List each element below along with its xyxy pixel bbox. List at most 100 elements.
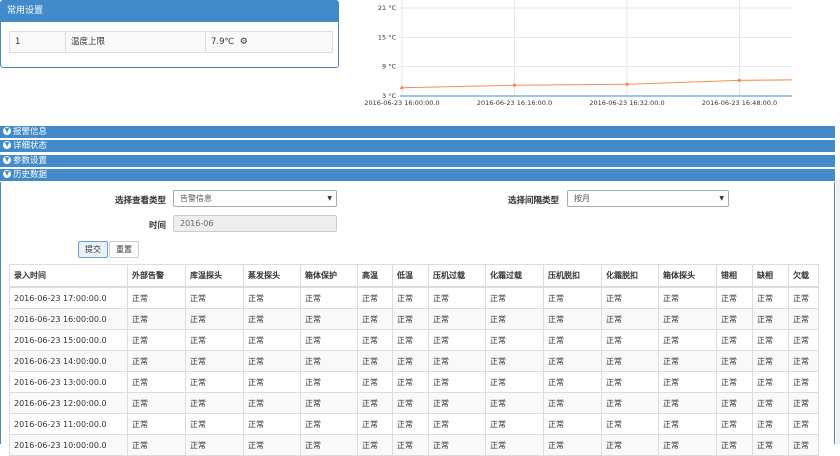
cell-status: 正常 [428,392,486,414]
cell-status: 正常 [392,434,429,456]
cell-status: 正常 [752,350,789,372]
column-header: 库温探头 [185,264,244,288]
cell-status: 正常 [357,371,393,393]
cell-status: 正常 [716,413,753,435]
x-tick-label: 2016-06-23 16:00:00.0 [364,99,439,107]
x-tick-label: 2016-06-23 16:32:00.0 [589,99,664,107]
cell-status: 正常 [243,413,301,435]
cell-status: 正常 [300,413,358,435]
cell-status: 正常 [357,350,393,372]
cell-status: 正常 [716,434,753,456]
cell-status: 正常 [127,286,186,309]
cell-status: 正常 [716,308,753,330]
history-table: 录入时间 外部告警 库温探头 蒸发探头 箱体保护 高温 低温 压机过载 化霜过载 压机脱扣 化霜脱扣… [9,264,819,456]
view-type-select[interactable]: 告警信息 ▼ [173,190,337,207]
settings-panel: 常用设置 1 温度上限 7.9℃ ⚙ [0,0,339,68]
section-bar-alarm-info[interactable]: ▼ 报警信息 [0,126,835,138]
x-tick-label: 2016-06-23 16:16:00.0 [477,99,552,107]
cell-status: 正常 [392,350,429,372]
cell-status: 正常 [428,329,486,351]
chevron-down-icon: ▼ [3,155,11,164]
cell-status: 正常 [428,434,486,456]
section-label: 参数设置 [13,156,48,166]
cell-status: 正常 [300,434,358,456]
cell-status: 正常 [185,308,244,330]
column-header: 欠载 [788,264,819,288]
settings-row-value-cell: 7.9℃ ⚙ [206,32,332,52]
cell-status: 正常 [392,329,429,351]
x-tick-label: 2016-06-23 16:48:00.0 [702,99,777,107]
cell-status: 正常 [357,308,393,330]
cell-status: 正常 [752,308,789,330]
chevron-down-icon: ▼ [3,140,11,149]
column-header: 低温 [392,264,429,288]
cell-timestamp: 2016-06-23 17:00:00.0 [9,286,128,309]
column-header: 化霜过载 [485,264,544,288]
section-bar-parameter-settings[interactable]: ▼ 参数设置 [0,155,835,167]
cell-status: 正常 [485,350,544,372]
cell-status: 正常 [392,286,429,309]
cell-status: 正常 [300,329,358,351]
cell-status: 正常 [543,371,602,393]
cell-status: 正常 [601,286,659,309]
cell-status: 正常 [185,413,244,435]
cell-status: 正常 [752,329,789,351]
cell-timestamp: 2016-06-23 11:00:00.0 [9,413,128,435]
cell-status: 正常 [127,413,186,435]
cell-status: 正常 [127,350,186,372]
cell-status: 正常 [185,434,244,456]
cell-status: 正常 [127,392,186,414]
time-input[interactable]: 2016-06 [173,215,337,232]
cell-status: 正常 [428,286,486,309]
reset-button[interactable]: 重置 [109,241,139,258]
data-point [625,82,629,86]
cell-status: 正常 [601,308,659,330]
section-bar-detail-status[interactable]: ▼ 详细状态 [0,140,835,152]
cell-status: 正常 [658,350,717,372]
cell-status: 正常 [788,434,819,456]
cell-status: 正常 [601,392,659,414]
vertical-scrollbar[interactable] [836,180,840,444]
cell-status: 正常 [601,371,659,393]
table-row: 2016-06-23 13:00:00.0 正常 正常 正常 正常 正常 正常 正常 正常 正常正… [9,371,819,393]
chevron-down-icon: ▼ [3,169,11,178]
cell-status: 正常 [127,329,186,351]
time-label: 时间 [149,221,167,231]
gear-icon[interactable]: ⚙ [240,32,248,52]
cell-timestamp: 2016-06-23 16:00:00.0 [9,308,128,330]
column-header: 压机过载 [428,264,486,288]
cell-status: 正常 [788,329,819,351]
cell-status: 正常 [543,434,602,456]
y-tick-label: 9 °C [382,63,396,71]
cell-status: 正常 [601,329,659,351]
cell-status: 正常 [788,371,819,393]
cell-status: 正常 [185,286,244,309]
cell-status: 正常 [243,392,301,414]
cell-status: 正常 [357,392,393,414]
column-header: 高温 [357,264,393,288]
column-header: 缺相 [752,264,789,288]
column-header: 录入时间 [9,264,128,288]
table-row: 2016-06-23 16:00:00.0 正常 正常 正常 正常 正常 正常 正常 正常 正常正… [9,308,819,330]
interval-type-select[interactable]: 按月 ▼ [567,190,729,207]
cell-status: 正常 [185,371,244,393]
cell-timestamp: 2016-06-23 10:00:00.0 [9,434,128,456]
submit-button[interactable]: 提交 [78,241,108,258]
data-point [400,86,404,90]
table-row: 2016-06-23 10:00:00.0 正常 正常 正常 正常 正常 正常 正常 正常 正常正… [9,434,819,456]
cell-status: 正常 [428,413,486,435]
cell-status: 正常 [543,350,602,372]
section-label: 报警信息 [13,127,48,137]
cell-status: 正常 [127,434,186,456]
cell-status: 正常 [127,371,186,393]
settings-row-index: 1 [10,32,66,52]
section-label: 详细状态 [13,141,48,151]
settings-row-name: 温度上限 [66,32,206,52]
caret-down-icon: ▼ [327,195,332,202]
column-header: 化霜脱扣 [601,264,659,288]
section-bar-history-data[interactable]: ▼ 历史数据 [0,169,835,181]
cell-status: 正常 [300,371,358,393]
cell-status: 正常 [658,329,717,351]
table-row: 2016-06-23 17:00:00.0 正常 正常 正常 正常 正常 正常 正常 正常 正常正… [9,286,819,309]
cell-status: 正常 [428,350,486,372]
